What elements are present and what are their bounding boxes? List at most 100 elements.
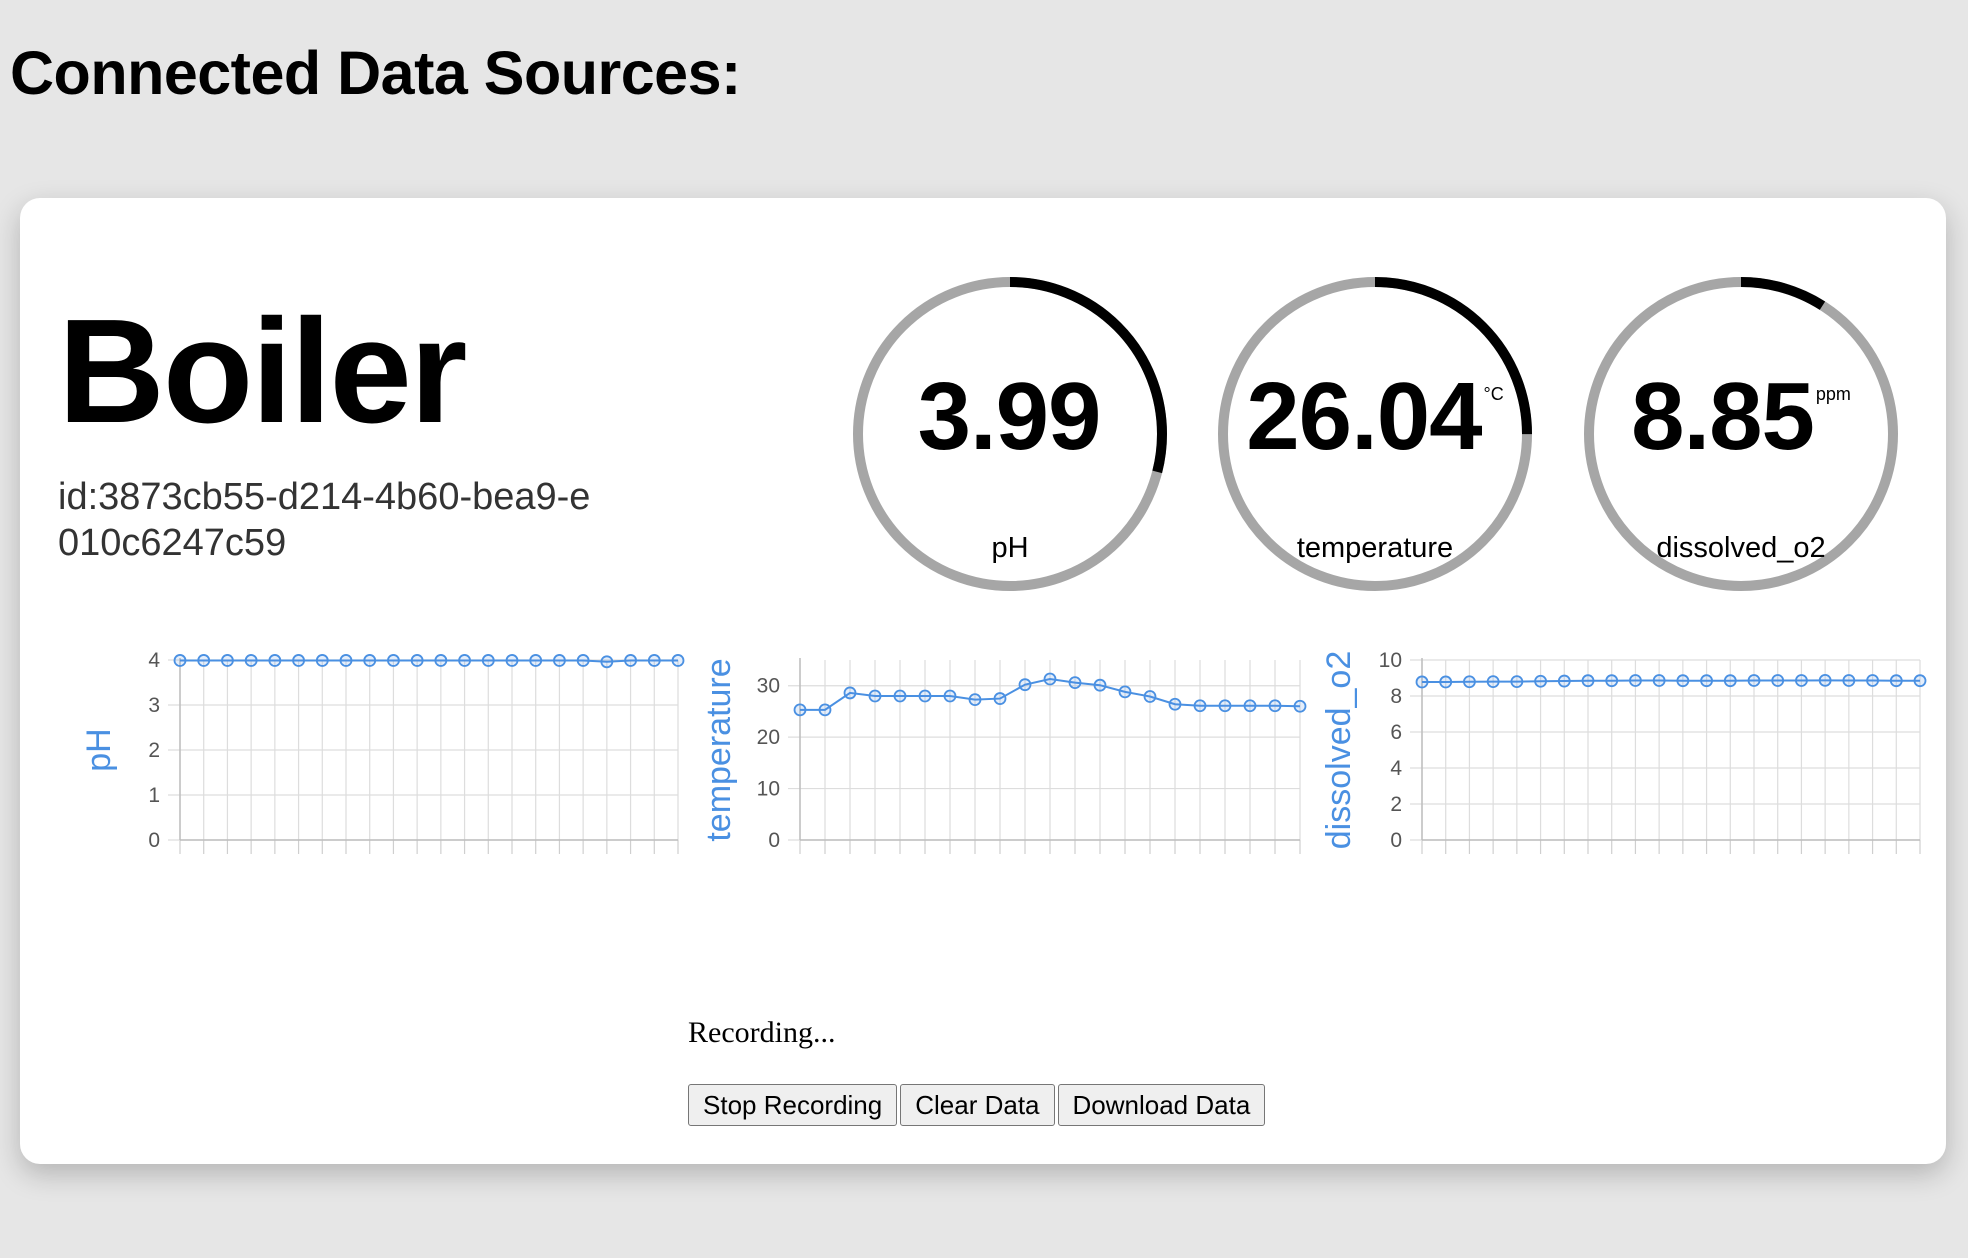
gauge-unit: °C [1483, 384, 1504, 404]
data-point [1293, 699, 1307, 713]
data-point [868, 689, 882, 703]
y-tick-label: 0 [1390, 829, 1402, 852]
gauge-ph: 3.99 pH [850, 274, 1170, 594]
data-point [1866, 674, 1879, 687]
data-point [410, 654, 424, 667]
y-tick-label: 1 [148, 784, 160, 807]
data-point [339, 654, 353, 667]
device-name: Boiler [58, 289, 467, 454]
data-point [576, 654, 590, 667]
data-point [1581, 674, 1595, 688]
data-point [918, 689, 932, 703]
y-axis-label: dissolved_o2 [1320, 651, 1358, 849]
y-tick-label: 30 [757, 675, 780, 698]
data-point [1652, 674, 1666, 687]
data-point [893, 689, 907, 703]
data-point [993, 692, 1007, 705]
data-point [818, 703, 832, 717]
data-point [793, 703, 807, 717]
data-point [1818, 673, 1832, 687]
data-point [1913, 674, 1927, 688]
data-point [1043, 672, 1057, 686]
recording-controls: Stop Recording Clear Data Download Data [688, 1084, 1266, 1126]
gauge-label: pH [991, 532, 1029, 564]
data-point [221, 654, 234, 667]
chart-svg: 0 1 2 3 4 pH [80, 649, 685, 854]
data-point [1486, 675, 1500, 688]
gauge-value: 3.99 [917, 363, 1102, 470]
y-tick-label: 6 [1390, 721, 1402, 744]
device-id: id:3873cb55-d214-4b60-bea9-e010c6247c59 [58, 476, 591, 564]
data-point [624, 654, 637, 667]
data-point [292, 654, 305, 667]
y-tick-label: 3 [148, 694, 160, 717]
data-point [1557, 674, 1571, 688]
data-point [173, 654, 187, 667]
data-point [1771, 674, 1785, 687]
data-point [1842, 674, 1856, 687]
data-point [1605, 674, 1619, 688]
data-point [1676, 674, 1690, 688]
data-point [1168, 697, 1182, 711]
data-point [1143, 690, 1157, 703]
data-point [1463, 675, 1476, 689]
data-point [1118, 685, 1132, 699]
data-point [387, 654, 400, 667]
y-tick-label: 2 [1390, 793, 1402, 816]
y-tick-label: 20 [757, 726, 780, 749]
data-point [197, 654, 211, 667]
recording-status: Recording... [688, 1016, 836, 1049]
y-tick-label: 10 [757, 778, 780, 801]
y-tick-label: 0 [768, 829, 780, 852]
data-source-card: Boiler id:3873cb55-d214-4b60-bea9-e010c6… [20, 198, 1946, 1164]
data-point [1534, 674, 1547, 688]
data-point [1415, 675, 1429, 689]
data-point [1243, 699, 1257, 713]
data-point [1439, 675, 1453, 689]
data-point [529, 654, 543, 667]
data-point [1218, 699, 1232, 713]
data-point [1068, 676, 1082, 690]
y-tick-label: 10 [1379, 649, 1402, 672]
data-point [1018, 678, 1032, 692]
y-tick-label: 4 [1390, 757, 1402, 780]
y-tick-label: 8 [1390, 685, 1402, 708]
data-point [1700, 674, 1713, 688]
gauge-label: temperature [1296, 532, 1454, 564]
data-point [843, 686, 857, 700]
y-tick-label: 4 [148, 649, 160, 672]
chart-svg: 0 10 20 30 temperature [700, 658, 1307, 854]
data-point [315, 654, 329, 667]
data-point [434, 654, 448, 667]
clear-data-button[interactable]: Clear Data [900, 1084, 1055, 1126]
gauge-unit: ppm [1815, 384, 1851, 404]
data-point [505, 654, 519, 667]
data-point [1629, 674, 1642, 687]
gauge-value: 8.85 [1631, 363, 1815, 470]
data-point [671, 654, 685, 667]
y-axis-label: temperature [700, 658, 738, 841]
data-point [268, 654, 282, 667]
y-tick-label: 2 [148, 739, 160, 762]
gauge-dissolved-o2: 8.85 ppm dissolved_o2 [1581, 274, 1901, 594]
data-point [600, 655, 614, 669]
data-point [481, 654, 495, 667]
chart-dissolved-o2: 0 2 4 6 8 10 dissolved_o2 [1308, 638, 1928, 908]
data-point [1747, 674, 1761, 687]
data-point [1193, 699, 1207, 713]
download-data-button[interactable]: Download Data [1057, 1084, 1266, 1126]
gauge-value: 26.04 [1246, 363, 1482, 470]
data-point [1889, 674, 1903, 688]
chart-ph: 0 1 2 3 4 pH [68, 638, 688, 908]
y-tick-label: 0 [148, 829, 160, 852]
data-point [458, 654, 471, 667]
data-point [943, 689, 957, 703]
data-point [1510, 675, 1524, 688]
stop-recording-button[interactable]: Stop Recording [688, 1084, 898, 1126]
y-axis-label: pH [80, 728, 118, 771]
data-point [968, 693, 982, 706]
page-title: Connected Data Sources: [10, 39, 741, 107]
gauge-temperature: 26.04 °C temperature [1215, 274, 1535, 594]
data-point [647, 654, 661, 667]
data-point [553, 654, 566, 667]
